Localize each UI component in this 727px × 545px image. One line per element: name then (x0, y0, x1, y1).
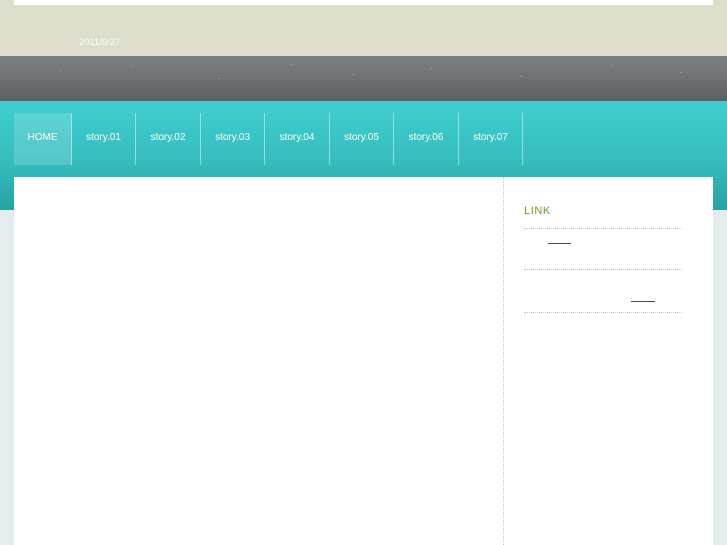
sidebar-divider (524, 312, 682, 313)
top-header-bar: 2011/5/27 (0, 0, 727, 56)
gray-texture-band (0, 56, 727, 101)
global-navigation: HOME story.01 story.02 story.03 story.04… (14, 113, 523, 165)
main-content-area (14, 177, 504, 545)
sidebar: LINK (524, 177, 682, 545)
nav-story-03[interactable]: story.03 (201, 113, 265, 165)
nav-story-05[interactable]: story.05 (330, 113, 394, 165)
nav-story-04[interactable]: story.04 (265, 113, 330, 165)
nav-home[interactable]: HOME (14, 113, 72, 165)
sidebar-divider (524, 228, 682, 229)
nav-story-01[interactable]: story.01 (72, 113, 136, 165)
sidebar-link-1[interactable] (548, 243, 571, 244)
nav-story-07[interactable]: story.07 (459, 113, 523, 165)
nav-story-06[interactable]: story.06 (394, 113, 459, 165)
content-panel: LINK (14, 177, 713, 545)
sidebar-divider (524, 269, 682, 270)
sidebar-link-2[interactable] (631, 301, 655, 302)
header-top-rim (14, 0, 713, 5)
link-section-heading: LINK (524, 205, 551, 217)
date-label: 2011/5/27 (79, 37, 121, 47)
nav-story-02[interactable]: story.02 (136, 113, 201, 165)
